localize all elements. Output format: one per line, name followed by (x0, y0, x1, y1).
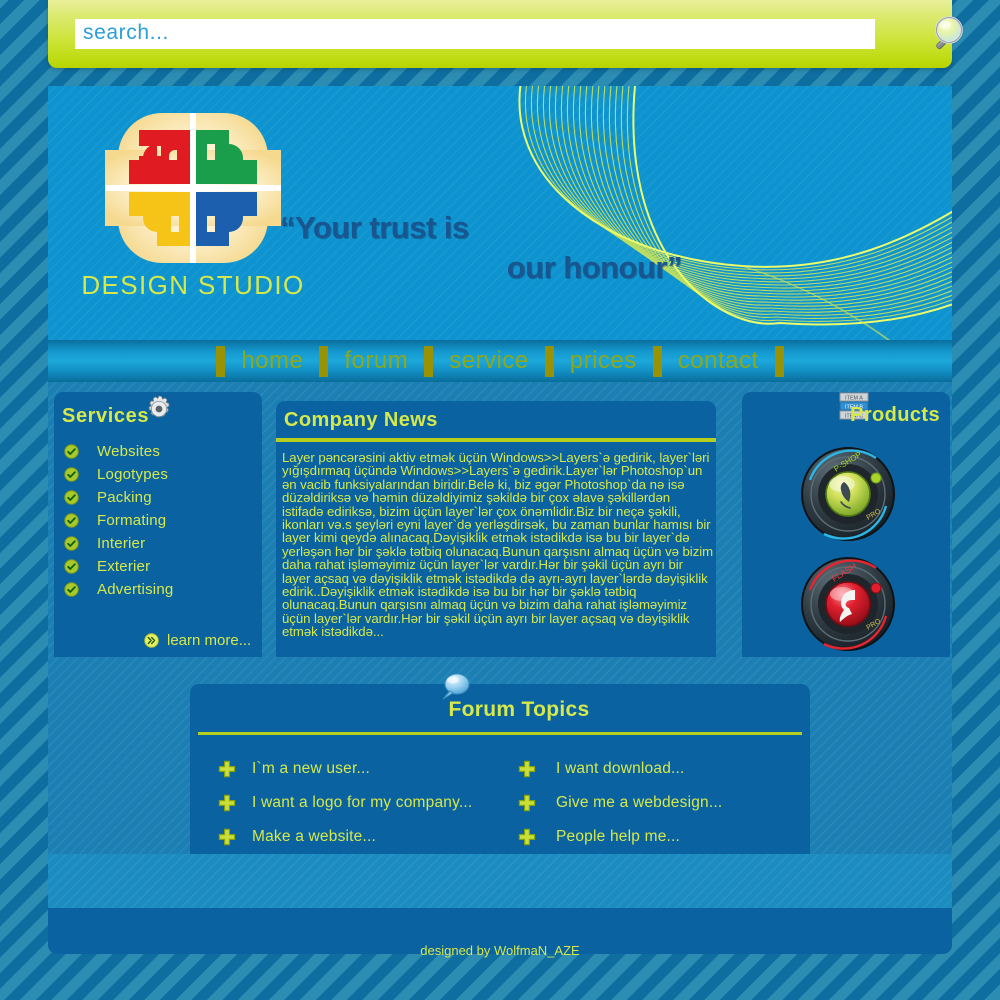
nav-item-home[interactable]: home (225, 344, 319, 378)
plus-icon (218, 828, 236, 846)
search-input[interactable] (75, 19, 875, 49)
nav-divider (216, 345, 226, 377)
learn-more-link[interactable]: learn more... (144, 632, 251, 649)
plus-icon (218, 794, 236, 812)
forum-topic-label: I want download... (556, 760, 685, 777)
forum-topic-label: Make a website... (252, 828, 377, 845)
check-circle-icon (64, 513, 79, 528)
services-list: Websites Logotypes Packing Formating Int… (64, 440, 254, 601)
logo-wordmark: DESIGN STUDIO (81, 270, 305, 300)
service-label: Exterier (97, 558, 151, 575)
logo-mark-icon (105, 113, 281, 263)
forum-topic-new-user[interactable]: I`m a new user... (218, 752, 518, 786)
nav-item-contact[interactable]: contact (662, 344, 775, 378)
products-title: Products (850, 404, 940, 426)
search-button[interactable] (923, 10, 979, 60)
nav-divider (319, 345, 329, 377)
service-item-websites[interactable]: Websites (64, 440, 254, 463)
services-title: Services (62, 405, 150, 427)
page-footer: designed by WolfmaN_AZE (48, 908, 952, 958)
nav-item-forum[interactable]: forum (328, 344, 424, 378)
forum-topic-label: Give me a webdesign... (556, 794, 723, 811)
forum-topic-webdesign[interactable]: Give me a webdesign... (518, 786, 798, 820)
company-news-panel: Company News Layer pəncərəsini aktiv etm… (276, 401, 716, 657)
service-item-logotypes[interactable]: Logotypes (64, 463, 254, 486)
nav-item-service[interactable]: service (433, 344, 545, 378)
check-circle-icon (64, 536, 79, 551)
gear-icon (148, 395, 170, 418)
section-divider (198, 732, 802, 735)
forum-topic-download[interactable]: I want download... (518, 752, 798, 786)
tagline-line-2: our honour” (506, 250, 683, 285)
nav-divider (652, 345, 662, 377)
service-item-formating[interactable]: Formating (64, 509, 254, 532)
forum-topic-label: I`m a new user... (252, 760, 370, 777)
main-navigation: home forum service prices contact (48, 340, 952, 382)
forum-topic-help[interactable]: People help me... (518, 820, 798, 854)
nav-divider (424, 345, 434, 377)
products-panel: ITEM A ITEM B ITEM C Products P-SHOP PRO… (742, 392, 950, 657)
product-badge-flash[interactable]: FLASH PRO (798, 554, 898, 654)
service-label: Packing (97, 489, 152, 506)
page-container: DESIGN STUDIO “Your trust is our honour”… (48, 86, 952, 958)
search-bar (48, 0, 963, 68)
tagline-line-1: “Your trust is (280, 210, 469, 245)
nav-divider (544, 345, 554, 377)
nav-item-prices[interactable]: prices (554, 344, 653, 378)
magnifier-icon (935, 16, 963, 50)
check-circle-icon (64, 467, 79, 482)
service-label: Formating (97, 512, 167, 529)
forum-topics-panel: Forum Topics I`m a new user... I want do… (190, 673, 810, 854)
footer-credit: designed by WolfmaN_AZE (420, 943, 580, 958)
service-label: Websites (97, 443, 161, 460)
forum-topic-label: People help me... (556, 828, 681, 845)
forum-topic-logo[interactable]: I want a logo for my company... (218, 786, 518, 820)
product-badge-photoshop[interactable]: P-SHOP PRO (798, 444, 898, 544)
service-label: Advertising (97, 581, 174, 598)
forum-topic-label: I want a logo for my company... (252, 794, 473, 811)
plus-icon (518, 760, 536, 778)
service-label: Logotypes (97, 466, 169, 483)
plus-icon (518, 828, 536, 846)
service-item-exterier[interactable]: Exterier (64, 555, 254, 578)
forum-topics-list: I`m a new user... I want download... I w… (218, 752, 798, 854)
svg-text:ITEM A: ITEM A (845, 395, 863, 401)
service-label: Interier (97, 535, 146, 552)
company-news-body: Layer pəncərəsini aktiv etmək üçün Windo… (282, 450, 714, 640)
double-chevron-right-icon (144, 633, 159, 648)
service-item-interier[interactable]: Interier (64, 532, 254, 555)
nav-divider (774, 345, 784, 377)
learn-more-label: learn more... (167, 632, 252, 649)
check-circle-icon (64, 490, 79, 505)
check-circle-icon (64, 444, 79, 459)
service-item-advertising[interactable]: Advertising (64, 578, 254, 601)
section-divider (276, 438, 716, 442)
forum-topics-title: Forum Topics (448, 698, 590, 721)
plus-icon (218, 760, 236, 778)
service-item-packing[interactable]: Packing (64, 486, 254, 509)
header-banner: DESIGN STUDIO “Your trust is our honour” (48, 86, 952, 340)
check-circle-icon (64, 582, 79, 597)
services-panel: Services Websites Logotypes Packing Form… (54, 392, 262, 657)
company-news-title: Company News (284, 409, 438, 431)
check-circle-icon (64, 559, 79, 574)
logo[interactable]: DESIGN STUDIO (78, 108, 308, 333)
forum-topic-make-website[interactable]: Make a website... (218, 820, 518, 854)
plus-icon (518, 794, 536, 812)
brand-tagline: “Your trust is our honour” (280, 208, 700, 288)
